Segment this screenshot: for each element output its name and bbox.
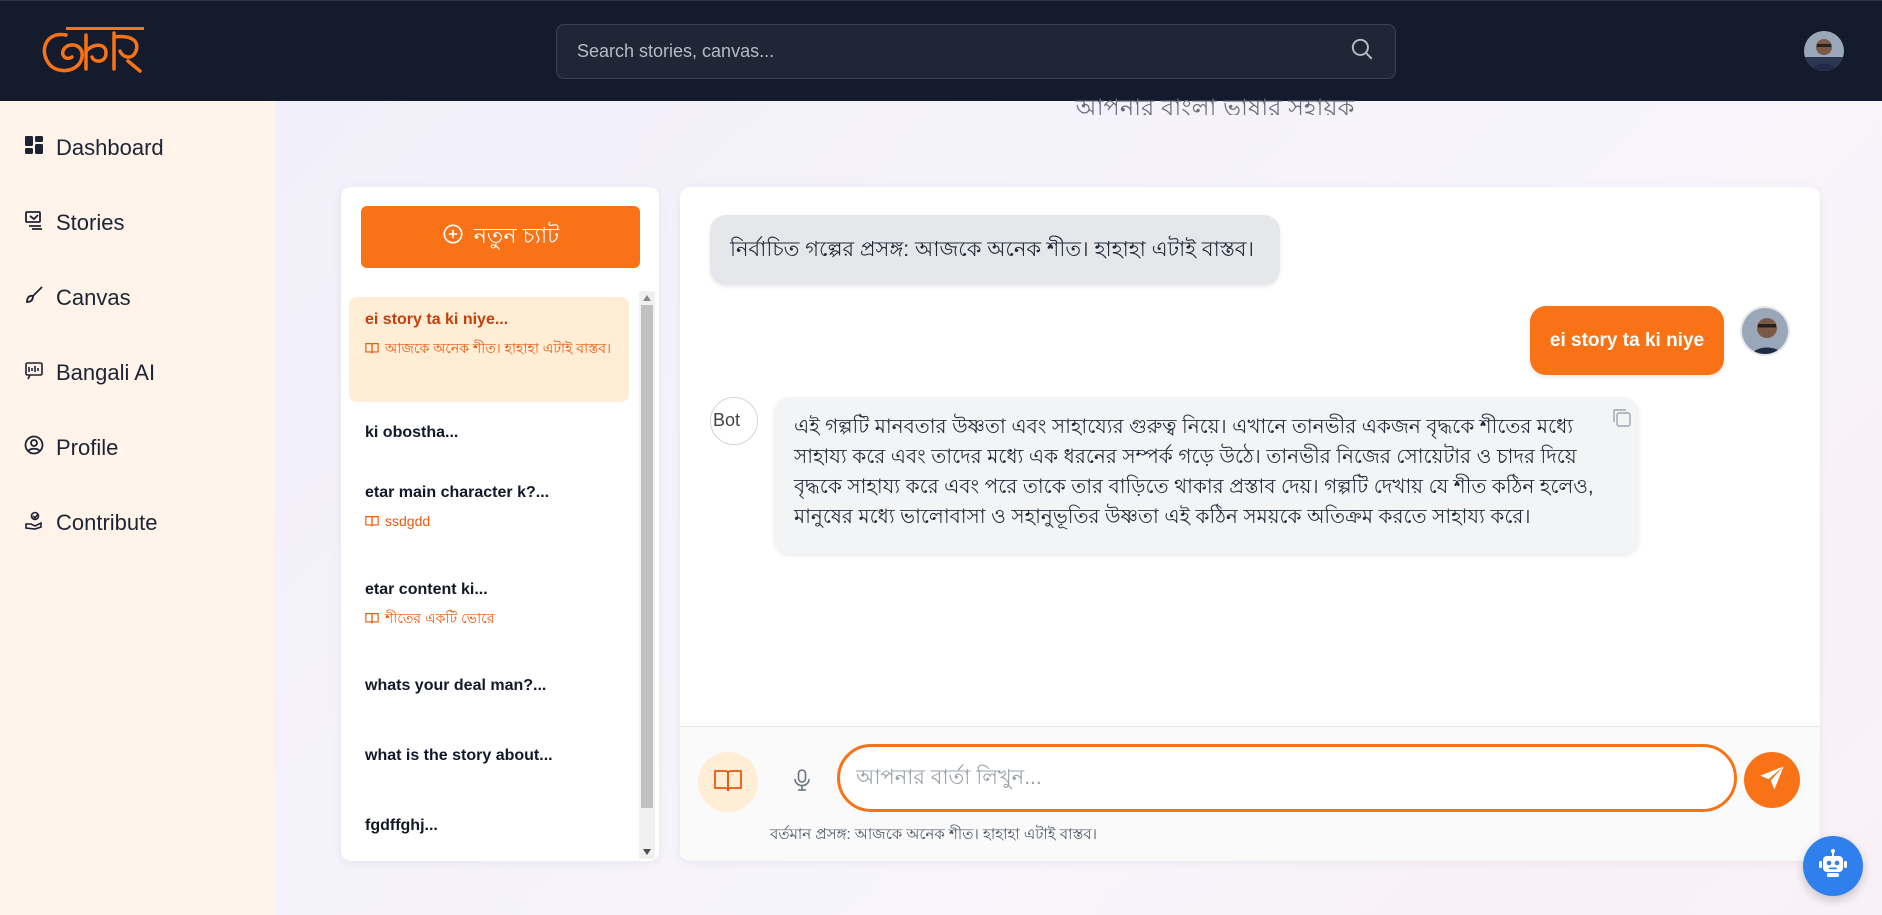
book-icon [365,512,379,532]
sidebar-item-label: Stories [56,210,125,235]
sidebar-item-label: Dashboard [56,135,164,160]
chat-title: what is the story about... [365,747,553,764]
new-chat-button[interactable]: নতুন চ্যাট [361,206,640,268]
chat-context-text: ssdgdd [385,513,431,529]
chat-history-item[interactable]: whats your deal man?... [349,655,629,725]
conversation-panel: নির্বাচিত গল্পের প্রসঙ্গ: আজকে অনেক শীত।… [680,187,1820,861]
sidebar-item-label: Contribute [56,510,158,535]
scrollbar-thumb[interactable] [641,305,653,808]
chat-history-item[interactable]: etar content ki... শীতের একটি ভোরে [349,567,629,655]
chat-context: আজকে অনেক শীত। হাহাহা এটাই বাস্তব। [365,339,613,359]
sidebar-item-label: Canvas [56,285,131,310]
send-icon [1758,764,1786,797]
chat-context: ssdgdd [365,512,613,532]
book-icon [365,609,379,629]
scroll-up-arrow[interactable] [643,295,651,301]
chat-list-scrollbar[interactable] [639,291,655,859]
bot-avatar-alt-text: Bot [713,410,741,430]
user-avatar[interactable] [1804,31,1844,71]
bot-message-text: এই গল্পটি মানবতার উষ্ণতা এবং সাহায্যের গ… [794,416,1594,528]
new-chat-label: নতুন চ্যাট [473,222,560,248]
search-input[interactable] [577,41,1349,62]
current-context-note: বর্তমান প্রসঙ্গ: আজকে অনেক শীত। হাহাহা এ… [770,826,1097,843]
chat-context-text: শীতের একটি ভোরে [385,610,495,626]
robot-icon [1817,848,1849,885]
copy-icon[interactable] [1611,407,1633,429]
sidebar-item-dashboard[interactable]: Dashboard [24,135,164,161]
context-message: নির্বাচিত গল্পের প্রসঙ্গ: আজকে অনেক শীত।… [710,215,1280,285]
chat-title: whats your deal man?... [365,677,547,694]
book-icon [713,765,743,800]
sidebar-item-contribute[interactable]: Contribute [24,510,158,536]
chat-title: ei story ta ki niye... [365,311,509,328]
book-icon [365,339,379,359]
bot-avatar: Bot [710,397,758,445]
chat-history-panel: নতুন চ্যাট ei story ta ki niye... আজকে অ… [341,187,659,861]
plus-circle-icon [442,223,464,251]
chatbot-fab-button[interactable] [1803,836,1863,896]
user-circle-icon [24,435,44,461]
story-select-button[interactable] [698,752,758,812]
contribute-icon [24,510,44,536]
stories-icon [24,210,44,236]
user-message: ei story ta ki niye [1530,306,1724,375]
brush-icon [24,285,44,311]
chat-history-item[interactable]: fgdffghj... [349,795,629,861]
dashboard-icon [24,135,44,161]
message-composer: বর্তমান প্রসঙ্গ: আজকে অনেক শীত। হাহাহা এ… [680,726,1820,861]
search-icon[interactable] [1349,36,1375,67]
top-bar [0,0,1882,101]
sidebar-item-label: Bangali AI [56,360,156,385]
message-input[interactable] [837,744,1737,812]
chat-title: fgdffghj... [365,817,438,834]
chat-history-item[interactable]: ki obostha... [349,402,629,472]
user-message-avatar [1740,306,1790,356]
chat-context: শীতের একটি ভোরে [365,609,613,629]
chat-title: etar content ki... [365,581,488,598]
scroll-down-arrow[interactable] [643,849,651,855]
chat-title: ki obostha... [365,424,459,441]
microphone-button[interactable] [784,764,820,800]
sidebar-item-profile[interactable]: Profile [24,435,118,461]
ai-chip-icon [24,360,44,386]
sidebar-item-label: Profile [56,435,119,460]
chat-history-list: ei story ta ki niye... আজকে অনেক শীত। হা… [349,297,629,861]
sidebar-item-canvas[interactable]: Canvas [24,285,131,311]
bot-message: এই গল্পটি মানবতার উষ্ণতা এবং সাহায্যের গ… [774,397,1639,554]
page-subtitle: আপনার বাংলা ভাষার সহায়ক [1075,95,1355,115]
chat-history-item[interactable]: ei story ta ki niye... আজকে অনেক শীত। হা… [349,297,629,402]
sidebar: Dashboard Stories Canvas Bangali AI Prof… [0,101,275,915]
sidebar-item-stories[interactable]: Stories [24,210,124,236]
chat-title: etar main character k?... [365,484,550,501]
chat-history-item[interactable]: what is the story about... [349,725,629,795]
microphone-icon [790,768,814,797]
chat-history-item[interactable]: etar main character k?... ssdgdd [349,472,629,567]
send-button[interactable] [1744,752,1800,808]
app-logo[interactable] [36,21,148,81]
chat-context-text: আজকে অনেক শীত। হাহাহা এটাই বাস্তব। [385,340,612,356]
search-bar [556,24,1396,79]
sidebar-item-bangali-ai[interactable]: Bangali AI [24,360,155,386]
